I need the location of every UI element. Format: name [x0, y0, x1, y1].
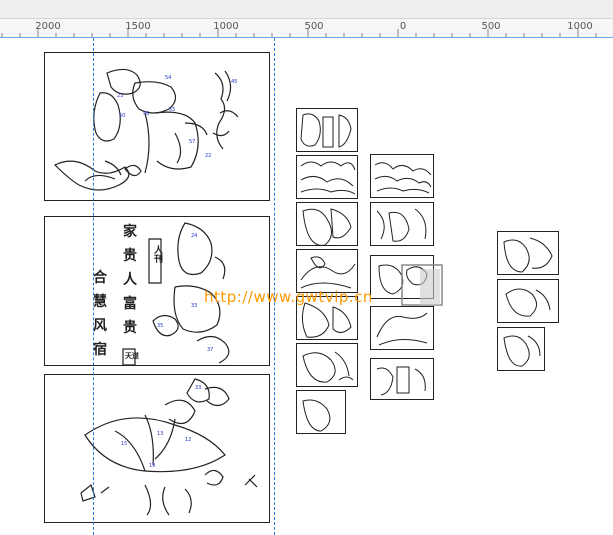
part-artwork — [376, 312, 428, 346]
part-artwork — [302, 208, 352, 246]
svg-text:55: 55 — [169, 107, 175, 113]
svg-text:24: 24 — [191, 233, 197, 239]
ruler-label: 500 — [481, 21, 501, 32]
part-panel[interactable] — [296, 108, 358, 152]
panel-fu-koi[interactable]: 235456 555057 4522 福 — [44, 52, 270, 201]
seal-bottom: 天道 — [125, 351, 139, 360]
couplet-char: 合 — [93, 270, 107, 286]
part-artwork — [505, 288, 551, 317]
ruler-label: 1000 — [213, 21, 239, 32]
horizontal-ruler[interactable]: 2000 1500 1000 500 0 500 1000 — [0, 19, 613, 38]
ruler-label: 0 — [399, 21, 407, 32]
ruler-label: 1000 — [567, 21, 593, 32]
selection-marker[interactable] — [400, 263, 446, 309]
ruler-label: 1500 — [125, 21, 151, 32]
svg-text:33: 33 — [195, 385, 201, 391]
svg-text:19: 19 — [149, 463, 155, 469]
ruler-label: 500 — [304, 21, 324, 32]
panel-lotus[interactable]: 33 15 13 12 19 — [44, 374, 270, 523]
svg-text:45: 45 — [231, 79, 237, 85]
svg-text:13: 13 — [157, 431, 163, 437]
lotus-artwork: 33 15 13 12 19 — [80, 378, 258, 516]
svg-text:15: 15 — [121, 441, 127, 447]
part-artwork — [376, 366, 426, 396]
part-panel[interactable] — [296, 390, 346, 434]
part-artwork — [374, 162, 432, 194]
watermark-text: http://www.gwtvip.cn — [204, 288, 373, 306]
couplet-char: 慧 — [93, 294, 107, 310]
top-toolbar — [0, 0, 613, 19]
couplet-char: 贵 — [123, 320, 137, 336]
part-artwork — [300, 113, 352, 148]
part-artwork — [302, 351, 354, 383]
part-panel[interactable] — [296, 202, 358, 246]
svg-text:37: 37 — [207, 347, 213, 353]
part-panel[interactable] — [370, 154, 434, 198]
part-panel[interactable] — [296, 343, 358, 387]
part-panel[interactable] — [370, 306, 434, 350]
part-artwork — [376, 208, 427, 242]
design-canvas[interactable]: 235456 555057 4522 福 24333537 家 — [0, 38, 613, 535]
svg-text:12: 12 — [185, 437, 191, 443]
svg-text:57: 57 — [189, 139, 195, 145]
couplet-char: 家 — [123, 224, 137, 240]
part-panel[interactable] — [296, 155, 358, 199]
seal-top: 人刊 — [152, 245, 162, 263]
ruler-label: 2000 — [35, 21, 61, 32]
part-artwork — [503, 335, 541, 367]
vertical-guide-line[interactable] — [93, 38, 94, 535]
part-panel[interactable] — [497, 279, 559, 323]
part-artwork — [503, 237, 553, 273]
top-guide-line — [0, 37, 613, 38]
couplet-char: 宿 — [93, 342, 107, 358]
couplet-char: 贵 — [123, 248, 137, 264]
svg-text:33: 33 — [191, 303, 197, 309]
part-panel[interactable] — [497, 327, 545, 371]
vertical-guide-line[interactable] — [274, 38, 275, 535]
part-panel[interactable] — [296, 249, 358, 293]
part-panel[interactable] — [370, 202, 434, 246]
svg-text:35: 35 — [157, 323, 163, 329]
part-artwork — [302, 399, 331, 432]
part-panel[interactable] — [370, 358, 434, 400]
couplet-char: 人 — [123, 272, 137, 288]
couplet-char: 富 — [123, 296, 137, 312]
part-artwork — [300, 161, 356, 195]
part-panel[interactable] — [497, 231, 559, 275]
svg-text:22: 22 — [205, 153, 211, 159]
couplet-char: 风 — [93, 318, 107, 334]
